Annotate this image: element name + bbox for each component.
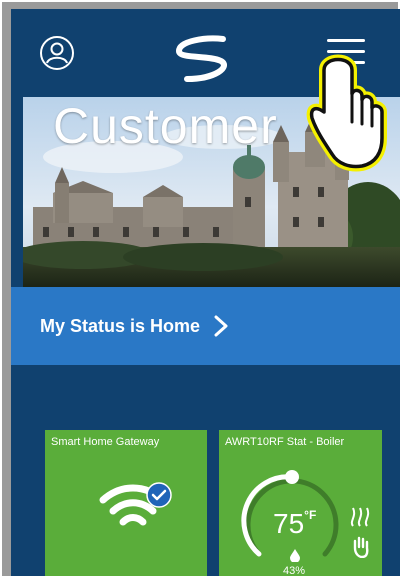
check-badge-icon [146, 482, 172, 508]
heat-waves-icon [350, 507, 370, 527]
humidity-value: 43% [283, 565, 306, 576]
temperature-readout: 75°F [273, 508, 316, 540]
app-logo [165, 33, 243, 85]
thermostat-tile[interactable]: AWRT10RF Stat - Boiler 75°F 43% [219, 430, 382, 576]
pointing-hand-icon [306, 42, 388, 174]
hero-title: Customer [53, 98, 278, 154]
temperature-value: 75 [273, 508, 305, 539]
status-button[interactable]: My Status is Home [11, 287, 400, 365]
temperature-unit: °F [304, 508, 317, 522]
status-label: My Status is Home [40, 315, 201, 336]
manual-hand-icon [353, 536, 369, 558]
gateway-tile[interactable]: Smart Home Gateway [45, 430, 207, 576]
user-icon [40, 36, 74, 70]
water-drop-icon [290, 549, 300, 562]
tile-title: Smart Home Gateway [51, 436, 160, 448]
swirl-logo-icon [175, 35, 227, 82]
profile-button[interactable] [39, 35, 75, 71]
chevron-right-icon [214, 315, 228, 337]
tile-title: AWRT10RF Stat - Boiler [225, 436, 345, 448]
